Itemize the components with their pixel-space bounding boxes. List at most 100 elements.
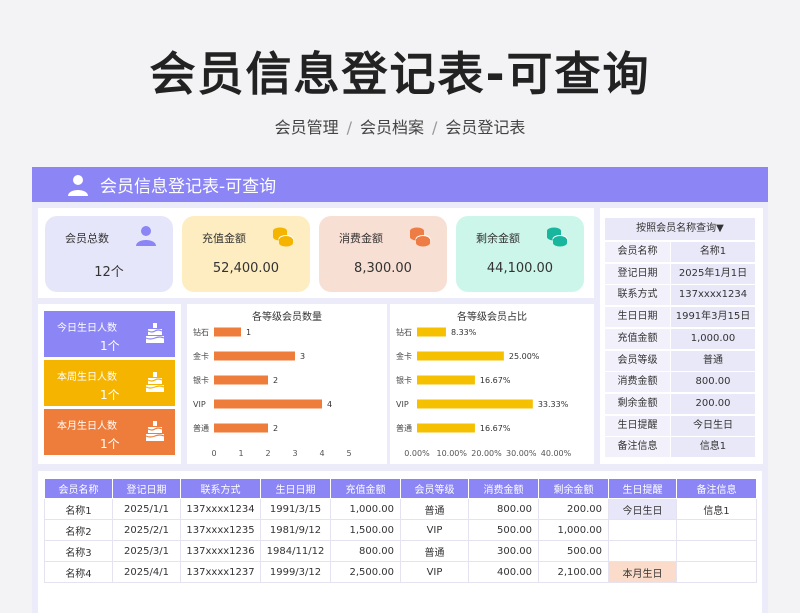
birthday-value: 1个 xyxy=(100,388,120,402)
breadcrumb-separator: / xyxy=(346,118,352,137)
tick-label: 4 xyxy=(319,449,324,458)
search-result-row: 消费金额 800.00 xyxy=(605,372,755,393)
column-header[interactable]: 会员名称 xyxy=(44,478,113,499)
coins-icon xyxy=(410,227,431,247)
table-cell: VIP xyxy=(400,561,469,583)
bar xyxy=(417,399,533,409)
member-name-query-dropdown[interactable]: 按照会员名称查询▼ xyxy=(605,218,755,240)
cake-icon xyxy=(145,323,165,343)
data-label: 1 xyxy=(246,328,251,337)
column-header[interactable]: 联系方式 xyxy=(180,478,261,499)
field-value: 普通 xyxy=(671,350,755,371)
field-label: 会员名称 xyxy=(605,242,670,262)
table-row[interactable]: 名称3 2025/3/1 137xxxx1236 1984/11/12 800.00 普通… xyxy=(44,540,757,562)
birthday-label: 今日生日人数 xyxy=(57,323,117,334)
search-result-row: 充值金额 1,000.00 xyxy=(605,328,755,349)
field-value: 1,000.00 xyxy=(671,328,755,349)
breadcrumb: 会员管理 / 会员档案 / 会员登记表 xyxy=(0,114,800,138)
table-cell: 2025/3/1 xyxy=(112,540,181,562)
breadcrumb-item-member-archive[interactable]: 会员档案 xyxy=(360,118,424,137)
breadcrumb-separator: / xyxy=(432,118,438,137)
stat-value: 52,400.00 xyxy=(212,261,280,276)
stat-card: 剩余金额 44,100.00 xyxy=(456,216,584,292)
table-cell: 名称3 xyxy=(44,540,113,562)
table-row[interactable]: 名称2 2025/2/1 137xxxx1235 1981/9/12 1,500.00 V… xyxy=(44,519,757,541)
birthday-card: 本周生日人数 1个 xyxy=(44,360,175,406)
table-cell: VIP xyxy=(400,519,469,541)
tick-label: 30.00% xyxy=(506,449,537,458)
birthday-label: 本月生日人数 xyxy=(57,421,117,432)
table-cell: 名称2 xyxy=(44,519,113,541)
search-result-row: 联系方式 137xxxx1234 xyxy=(605,285,755,306)
column-header[interactable]: 生日提醒 xyxy=(608,478,677,499)
category-label: 钻石 xyxy=(193,327,209,337)
bar xyxy=(214,351,295,361)
field-value: 2025年1月1日 xyxy=(671,263,755,284)
field-value: 800.00 xyxy=(671,372,755,393)
table-cell: 2025/4/1 xyxy=(112,561,181,583)
person-icon xyxy=(136,226,156,246)
data-label: 25.00% xyxy=(509,352,540,361)
tick-label: 10.00% xyxy=(436,449,467,458)
tick-label: 0.00% xyxy=(404,449,430,458)
field-value: 名称1 xyxy=(671,242,755,262)
stat-label: 消费金额 xyxy=(339,232,383,245)
member-ratio-chart-svg: 钻石 8.33% 金卡 25.00% 银卡 16.67% VIP 33.33% 普通 16.67%… xyxy=(396,327,572,458)
search-result-row: 登记日期 2025年1月1日 xyxy=(605,263,755,284)
table-cell xyxy=(608,519,677,541)
table-cell: 137xxxx1234 xyxy=(180,498,261,520)
category-label: VIP xyxy=(396,400,409,409)
table-cell: 300.00 xyxy=(468,540,539,562)
data-label: 33.33% xyxy=(538,400,569,409)
breadcrumb-item-member-register[interactable]: 会员登记表 xyxy=(445,118,525,137)
birthday-card: 今日生日人数 1个 xyxy=(44,311,175,357)
bar xyxy=(214,327,241,337)
table-row[interactable]: 名称4 2025/4/1 137xxxx1237 1999/3/12 2,500.00 V… xyxy=(44,561,757,583)
category-label: 金卡 xyxy=(193,351,209,361)
cake-icon xyxy=(145,421,165,441)
stat-value: 12个 xyxy=(94,265,124,280)
table-cell: 名称4 xyxy=(44,561,113,583)
field-label: 会员等级 xyxy=(605,350,670,371)
data-label: 16.67% xyxy=(480,376,511,385)
table-cell: 400.00 xyxy=(468,561,539,583)
breadcrumb-item-member-management[interactable]: 会员管理 xyxy=(275,118,339,137)
column-header[interactable]: 会员等级 xyxy=(400,478,469,499)
bar xyxy=(214,423,268,433)
column-header[interactable]: 消费金额 xyxy=(468,478,539,499)
field-value: 1991年3月15日 xyxy=(671,307,755,328)
column-header[interactable]: 生日日期 xyxy=(260,478,331,499)
column-header[interactable]: 剩余金额 xyxy=(538,478,609,499)
search-result-row: 生日日期 1991年3月15日 xyxy=(605,307,755,328)
field-label: 充值金额 xyxy=(605,328,670,349)
stat-label: 充值金额 xyxy=(202,232,246,245)
table-cell: 137xxxx1236 xyxy=(180,540,261,562)
table-cell: 1,000.00 xyxy=(330,498,401,520)
table-cell: 1999/3/12 xyxy=(260,561,331,583)
table-cell: 2025/2/1 xyxy=(112,519,181,541)
stat-card: 会员总数 12个 xyxy=(45,216,173,292)
page-title: 会员信息登记表-可查询 xyxy=(149,47,651,101)
table-cell: 200.00 xyxy=(538,498,609,520)
table-cell: 名称1 xyxy=(44,498,113,520)
field-value: 今日生日 xyxy=(671,415,755,436)
table-row[interactable]: 名称1 2025/1/1 137xxxx1234 1991/3/15 1,000.00 普… xyxy=(44,498,757,520)
search-result-row: 生日提醒 今日生日 xyxy=(605,415,755,436)
category-label: VIP xyxy=(193,400,206,409)
search-result-row: 会员名称 名称1 xyxy=(605,242,755,262)
field-value: 200.00 xyxy=(671,393,755,414)
tick-label: 1 xyxy=(238,449,243,458)
cake-icon xyxy=(145,372,165,392)
dashboard-banner: 会员信息登记表-可查询 xyxy=(32,167,768,202)
birthday-value: 1个 xyxy=(100,437,120,451)
column-header[interactable]: 充值金额 xyxy=(330,478,401,499)
user-icon xyxy=(68,174,88,196)
category-label: 银卡 xyxy=(396,375,412,385)
field-label: 剩余金额 xyxy=(605,393,670,414)
table-cell: 1984/11/12 xyxy=(260,540,331,562)
member-count-chart-svg: 钻石 1 金卡 3 银卡 2 VIP 4 普通 2 0 1 2 3 4 5 xyxy=(193,327,352,458)
column-header[interactable]: 备注信息 xyxy=(676,478,757,499)
data-label: 3 xyxy=(300,352,305,361)
column-header[interactable]: 登记日期 xyxy=(112,478,181,499)
category-label: 普通 xyxy=(193,423,209,433)
